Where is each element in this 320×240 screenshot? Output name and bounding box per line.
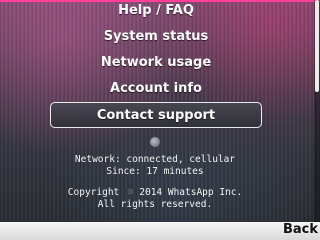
- scrollbar-thumb[interactable]: [315, 0, 319, 92]
- copyright-prefix: Copyright: [67, 187, 120, 198]
- menu-item-account-info[interactable]: Account info: [50, 76, 262, 102]
- back-softkey[interactable]: Back: [283, 221, 318, 239]
- rights-text: All rights reserved.: [97, 199, 213, 210]
- menu-item-help-faq[interactable]: Help / FAQ: [50, 0, 262, 24]
- whatsapp-logo-icon: [126, 187, 136, 196]
- connected-since-text: Since: 17 minutes: [106, 166, 204, 177]
- menu-item-network-usage[interactable]: Network usage: [50, 50, 262, 76]
- dot-icon: [150, 137, 160, 147]
- network-status-text: Network: connected, cellular: [74, 154, 236, 165]
- about-screen: Help / FAQ System status Network usage A…: [0, 0, 320, 240]
- menu-item-system-status[interactable]: System status: [50, 24, 262, 50]
- copyright-line: Copyright 2014 WhatsApp Inc.: [0, 187, 310, 198]
- softkey-bar: [0, 222, 320, 240]
- copyright-year-company: 2014 WhatsApp Inc.: [139, 187, 243, 198]
- menu-item-contact-support[interactable]: Contact support: [50, 102, 262, 128]
